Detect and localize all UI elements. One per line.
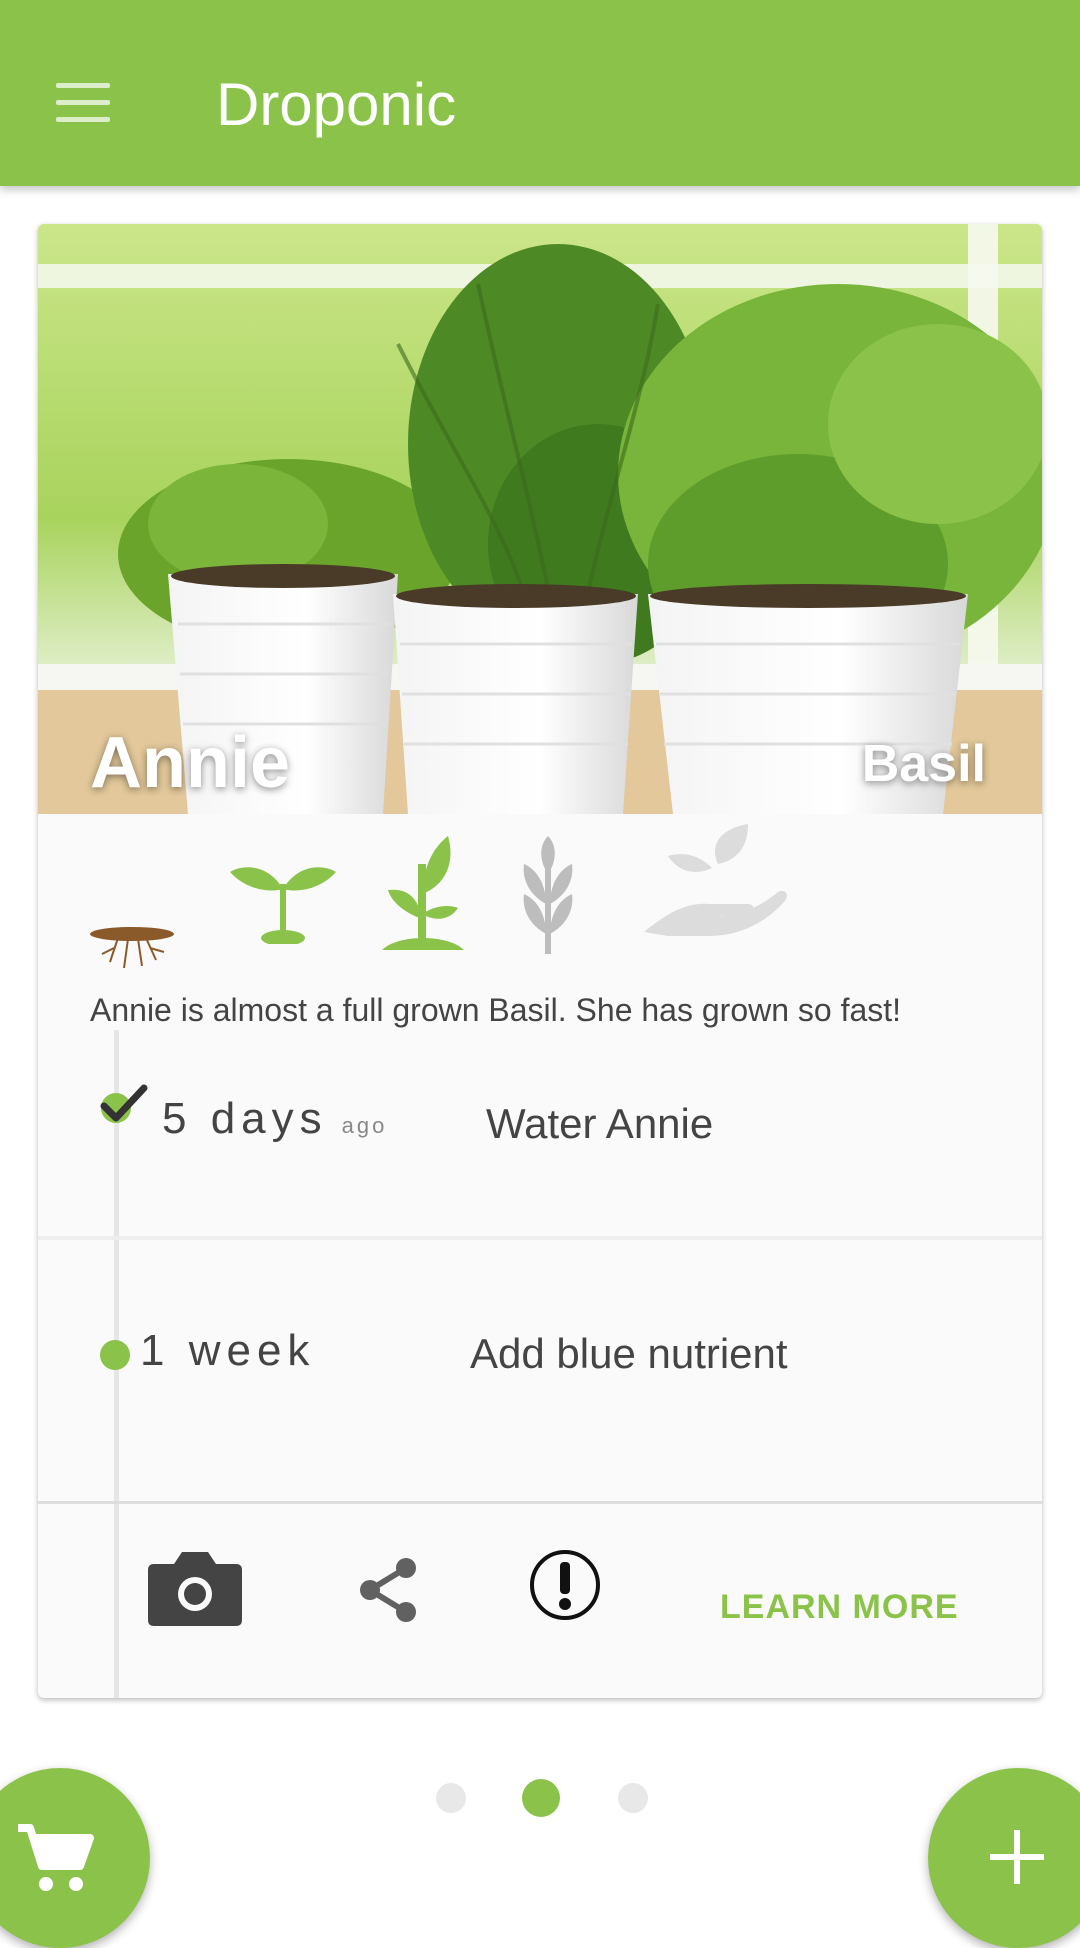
page-dot-2[interactable] (522, 1779, 560, 1817)
camera-icon[interactable] (148, 1548, 242, 1628)
task-when-value: 5 days (162, 1094, 328, 1143)
task-row[interactable]: 5 days ago Water Annie (38, 1064, 1042, 1240)
cart-button[interactable] (0, 1768, 150, 1948)
plus-icon (990, 1830, 1044, 1884)
sprout-icon (230, 867, 336, 944)
task-title: Water Annie (486, 1100, 714, 1147)
app-title: Droponic (216, 71, 457, 138)
plant-card: Annie Basil Annie is almost a full grown… (38, 224, 1042, 1698)
plant-name: Annie (90, 723, 291, 803)
plant-description: Annie is almost a full grown Basil. She … (90, 992, 902, 1028)
checkmark-icon (100, 1084, 148, 1123)
grown-plant-icon (523, 836, 573, 954)
task-when: 5 days ago (162, 1094, 387, 1144)
page-dot-3[interactable] (618, 1783, 648, 1813)
plant-type: Basil (861, 735, 986, 793)
card-actions: LEARN MORE (38, 1508, 1042, 1698)
task-row[interactable]: 1 week Add blue nutrient (38, 1244, 1042, 1504)
harvest-hand-icon (644, 824, 787, 936)
alert-icon[interactable] (528, 1548, 602, 1622)
task-title: Add blue nutrient (470, 1330, 788, 1377)
task-when-suffix: ago (341, 1113, 388, 1138)
menu-icon[interactable] (40, 62, 128, 142)
cart-icon (18, 1824, 94, 1891)
task-when: 1 week (140, 1326, 316, 1375)
share-icon[interactable] (356, 1556, 420, 1624)
plant-photo: Annie Basil (38, 224, 1042, 814)
app-bar: Droponic (0, 0, 1080, 186)
roots-icon (90, 927, 174, 969)
seedling-icon (382, 836, 464, 950)
upcoming-dot-icon (100, 1340, 130, 1370)
growth-stages (38, 814, 1042, 974)
add-plant-button[interactable] (928, 1768, 1080, 1948)
learn-more-button[interactable]: LEARN MORE (720, 1588, 959, 1627)
page-dot-1[interactable] (436, 1783, 466, 1813)
